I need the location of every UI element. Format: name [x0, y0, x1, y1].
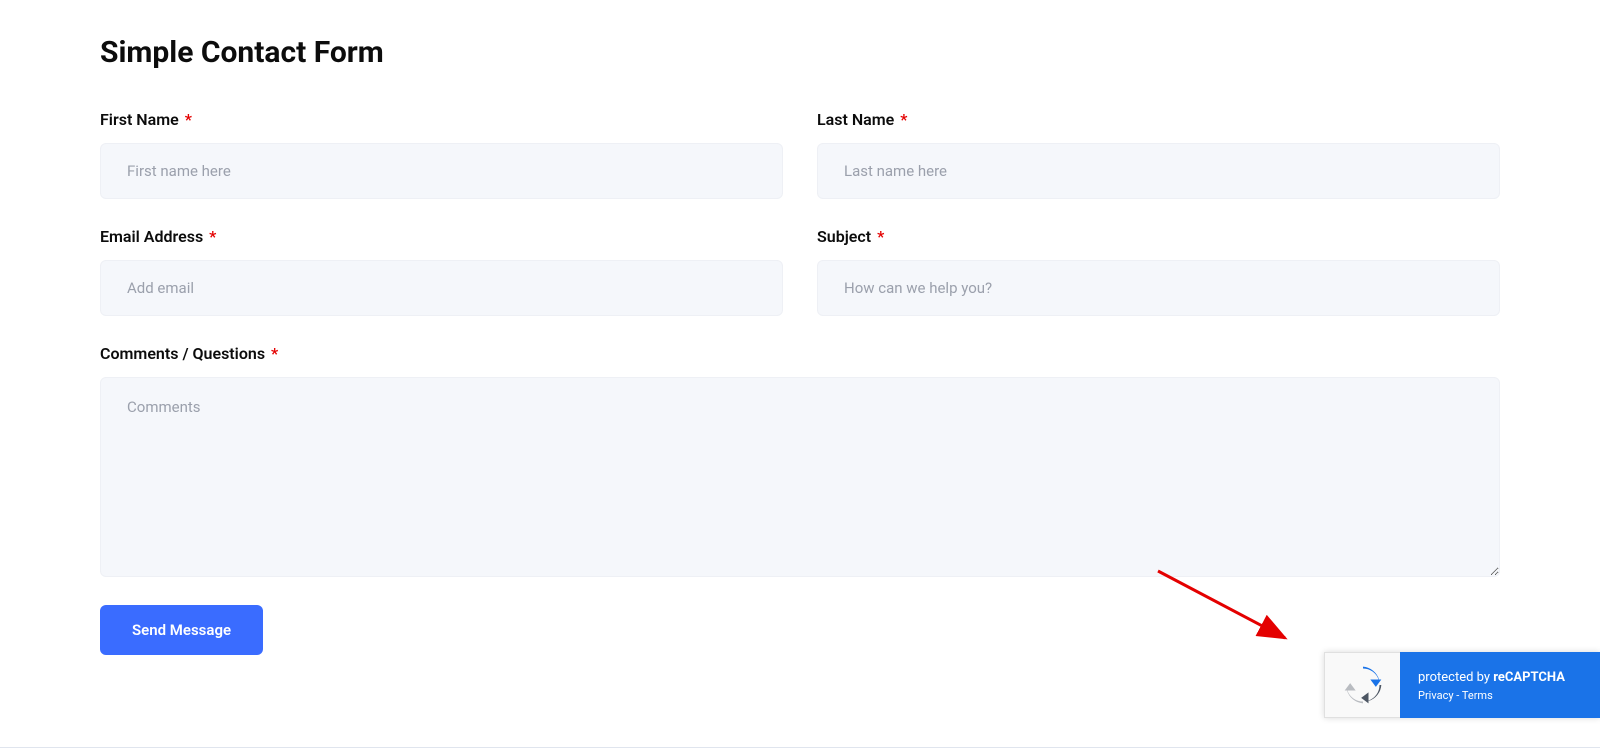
form-row-2: Email Address * Subject * — [100, 227, 1500, 316]
recaptcha-links: Privacy - Terms — [1418, 689, 1582, 702]
recaptcha-brand-text: reCAPTCHA — [1493, 670, 1565, 685]
comments-label-text: Comments / Questions — [100, 344, 265, 363]
submit-button[interactable]: Send Message — [100, 605, 263, 655]
subject-input[interactable] — [817, 260, 1500, 316]
required-asterisk: * — [209, 227, 216, 246]
recaptcha-privacy-link[interactable]: Privacy — [1418, 689, 1454, 702]
comments-label: Comments / Questions * — [100, 344, 1500, 363]
recaptcha-protected-text: protected by — [1418, 670, 1493, 685]
email-label-text: Email Address — [100, 227, 203, 246]
first-name-label-text: First Name — [100, 110, 179, 129]
subject-group: Subject * — [817, 227, 1500, 316]
first-name-group: First Name * — [100, 110, 783, 199]
last-name-group: Last Name * — [817, 110, 1500, 199]
recaptcha-badge[interactable]: protected by reCAPTCHA Privacy - Terms — [1324, 652, 1600, 718]
last-name-label: Last Name * — [817, 110, 1500, 129]
last-name-label-text: Last Name — [817, 110, 894, 129]
required-asterisk: * — [271, 344, 278, 363]
form-row-3: Comments / Questions * — [100, 344, 1500, 577]
recaptcha-text-section: protected by reCAPTCHA Privacy - Terms — [1400, 652, 1600, 718]
subject-label-text: Subject — [817, 227, 871, 246]
required-asterisk: * — [877, 227, 884, 246]
email-label: Email Address * — [100, 227, 783, 246]
form-row-1: First Name * Last Name * — [100, 110, 1500, 199]
contact-form-container: Simple Contact Form First Name * Last Na… — [45, 0, 1555, 690]
first-name-input[interactable] — [100, 143, 783, 199]
form-title: Simple Contact Form — [100, 35, 1500, 70]
recaptcha-icon — [1341, 663, 1385, 707]
recaptcha-terms-link[interactable]: Terms — [1462, 689, 1493, 702]
required-asterisk: * — [185, 110, 192, 129]
comments-group: Comments / Questions * — [100, 344, 1500, 577]
recaptcha-protected-line: protected by reCAPTCHA — [1418, 670, 1582, 685]
recaptcha-icon-section — [1324, 652, 1400, 718]
recaptcha-separator: - — [1454, 689, 1462, 702]
email-group: Email Address * — [100, 227, 783, 316]
first-name-label: First Name * — [100, 110, 783, 129]
comments-textarea[interactable] — [100, 377, 1500, 577]
email-input[interactable] — [100, 260, 783, 316]
required-asterisk: * — [900, 110, 907, 129]
subject-label: Subject * — [817, 227, 1500, 246]
last-name-input[interactable] — [817, 143, 1500, 199]
